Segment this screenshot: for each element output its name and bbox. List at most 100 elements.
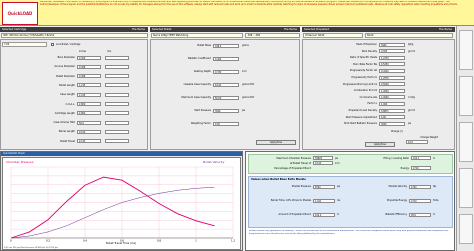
- bullet-select[interactable]: Sierra 168gr HPBT MatchKing: [151, 33, 243, 38]
- propellant-param-unit: g/cm3: [408, 49, 415, 53]
- at-travel-value: 0.513: [313, 161, 333, 165]
- caliber-select[interactable]: 7.62: [2, 42, 47, 47]
- right-sidebar: [456, 26, 474, 251]
- bullet-param-field[interactable]: 0.330: [213, 69, 239, 74]
- result-value: 8794: [313, 184, 335, 189]
- bullet-param-field[interactable]: 3626: [213, 108, 239, 113]
- sidebar-thumbnail-2[interactable]: [459, 76, 473, 116]
- chart-x-tick-label: 0.2: [46, 239, 50, 243]
- geometry-mm-field[interactable]: [105, 64, 129, 69]
- bullet-apply-button[interactable]: Apply/Use: [256, 140, 296, 145]
- chart-x-tick-label: 1.2: [231, 239, 235, 243]
- bullet-param-field[interactable]: 0.462: [213, 56, 239, 61]
- cartridge-file-label: File Name: [132, 28, 145, 31]
- powder-file-label: File Name: [439, 28, 452, 31]
- sidebar-thumbnail-5[interactable]: [459, 214, 473, 244]
- chart-lines: [10, 176, 215, 239]
- geometry-inch-field[interactable]: 0.308: [77, 74, 101, 79]
- warning-text: IMPORTANT WARNING: Information on reload…: [40, 1, 458, 6]
- lock-label: Lock Bullet / Cartridge: [56, 43, 81, 46]
- bullet-header-label: Selected Bullet: [152, 28, 172, 31]
- charge-weight-field[interactable]: 44.0: [406, 140, 428, 144]
- energy-value: 2719: [411, 166, 431, 170]
- geometry-mm-field[interactable]: [105, 74, 129, 79]
- at-travel-label: at Bullet Travel of: [290, 162, 311, 165]
- geometry-mm-field[interactable]: [105, 55, 129, 60]
- geometry-inch-field[interactable]: 24.00: [77, 129, 101, 134]
- bullet-param-field[interactable]: 0.50: [213, 121, 239, 126]
- bullet-param-unit: inch: [242, 70, 247, 73]
- propellant-param-field[interactable]: 0.8871: [379, 108, 405, 113]
- propellant-param-field[interactable]: 1.0000: [379, 88, 405, 93]
- lock-checkbox[interactable]: [51, 43, 54, 46]
- result-label: Muzzle Pressure: [291, 185, 311, 188]
- result-value-2: 2719: [409, 198, 431, 203]
- geometry-inch-field[interactable]: 2.800: [77, 102, 101, 106]
- bullet-param-field[interactable]: 56.00: [213, 95, 239, 100]
- propellant-param-field[interactable]: 0.5250: [379, 62, 405, 67]
- cartridge-select[interactable]: 308 .308 Win Norma (*CIP/SAAMI) 7.62x51: [1, 33, 148, 38]
- sidebar-thumbnail-3[interactable]: [459, 122, 473, 162]
- result-value: 1.021: [313, 198, 335, 203]
- geometry-label: Groove Diameter: [54, 65, 75, 69]
- muzzle-values-header: Values when Bullet Base Exits Muzzle: [251, 178, 306, 181]
- bullet-param-label: Ballistic Coefficient: [188, 57, 211, 60]
- geometry-mm-field[interactable]: [105, 102, 129, 106]
- geometry-label: Cartridge Length: [54, 111, 75, 115]
- sidebar-thumbnail-1[interactable]: [459, 30, 473, 70]
- pct-burnt-label: Percentage of Propellant Burnt: [274, 167, 311, 170]
- geometry-mm-field[interactable]: [105, 139, 129, 144]
- result-label-2: Ballistic Efficiency: [385, 213, 407, 216]
- results-window: Maximum Chamber Pressure 59826 psi at Bu…: [245, 151, 455, 251]
- geometry-mm-field[interactable]: [105, 111, 129, 116]
- muzzle-values-panel: Values when Bullet Base Exits Muzzle Muz…: [248, 176, 453, 228]
- geometry-mm-field[interactable]: [105, 120, 129, 125]
- propellant-param-field[interactable]: 1.000: [379, 101, 405, 106]
- bullet-param-unit: grains H2O: [242, 96, 255, 99]
- bullet-file-value: .308 - .309: [245, 33, 300, 38]
- bullet-param-unit: grains: [242, 44, 249, 47]
- geometry-label: C.O.A.L.: [65, 102, 75, 106]
- propellant-param-field[interactable]: 1.2370: [379, 55, 405, 60]
- propellant-param-field[interactable]: 0.925: [379, 49, 405, 54]
- geometry-inch-field[interactable]: 56.0: [77, 120, 101, 125]
- propellant-param-field[interactable]: 0.5000: [379, 82, 405, 87]
- geometry-mm-field[interactable]: [105, 92, 129, 97]
- propellant-param-unit: kJ/kg: [408, 43, 414, 46]
- geometry-mm-field[interactable]: [105, 129, 129, 134]
- bullet-param-label: Useable Case Capacity: [183, 83, 211, 86]
- geometry-label: Case Length: [60, 93, 75, 97]
- geometry-inch-field[interactable]: 2.015: [77, 92, 101, 97]
- geometry-mm-field[interactable]: [105, 83, 129, 88]
- bullet-param-field[interactable]: 168.0: [213, 43, 239, 48]
- sidebar-thumbnail-4[interactable]: [459, 168, 473, 208]
- max-pressure-unit: psi: [335, 157, 339, 160]
- charge-weight-label: Charge Weight: [420, 136, 438, 139]
- bullet-param-label: Maximum Case Capacity: [181, 96, 211, 99]
- charge-label: Charge (!): [390, 130, 403, 133]
- warning-banner: QuickLOAD IMPORTANT WARNING: Information…: [0, 0, 474, 26]
- propellant-param-field[interactable]: 0.00: [379, 115, 405, 120]
- chart-status-line: 0.53 ms 302 psi Max Pressure 59,826 psi …: [4, 247, 58, 249]
- propellant-param-label: Factor k: [367, 102, 377, 106]
- geometry-panel: 7.62 Lock Bullet / Cartridge inches mm B…: [0, 39, 148, 150]
- powder-header-label: Selected Propellant: [304, 28, 330, 31]
- bullet-param-field[interactable]: 44.91: [213, 82, 239, 87]
- propellant-param-field[interactable]: 0.4410: [379, 68, 405, 73]
- geometry-label: Bullet Diameter: [56, 74, 75, 78]
- result-value-2: 28.6: [409, 212, 431, 217]
- geometry-inch-field[interactable]: 21.93: [77, 139, 101, 144]
- powder-select[interactable]: Vihtavuori N140: [303, 33, 363, 38]
- propellant-param-field[interactable]: 3626: [379, 121, 405, 126]
- geometry-inch-field[interactable]: 2.800: [77, 111, 101, 116]
- geometry-inch-field[interactable]: 0.308: [77, 64, 101, 69]
- bullet-param-label: Start Pressure: [194, 109, 211, 112]
- powder-header: Selected Propellant File Name: [302, 27, 455, 32]
- geometry-inch-field[interactable]: 1.215: [77, 83, 101, 88]
- propellant-apply-button[interactable]: Apply/Use: [365, 142, 395, 147]
- propellant-param-field[interactable]: 3940: [379, 42, 405, 47]
- propellant-param-label: Propellant Load Density: [348, 109, 377, 112]
- propellant-param-field[interactable]: 1.2570: [379, 75, 405, 80]
- geometry-inch-field[interactable]: 0.300: [77, 55, 101, 60]
- propellant-param-field[interactable]: 1.0000: [379, 95, 405, 100]
